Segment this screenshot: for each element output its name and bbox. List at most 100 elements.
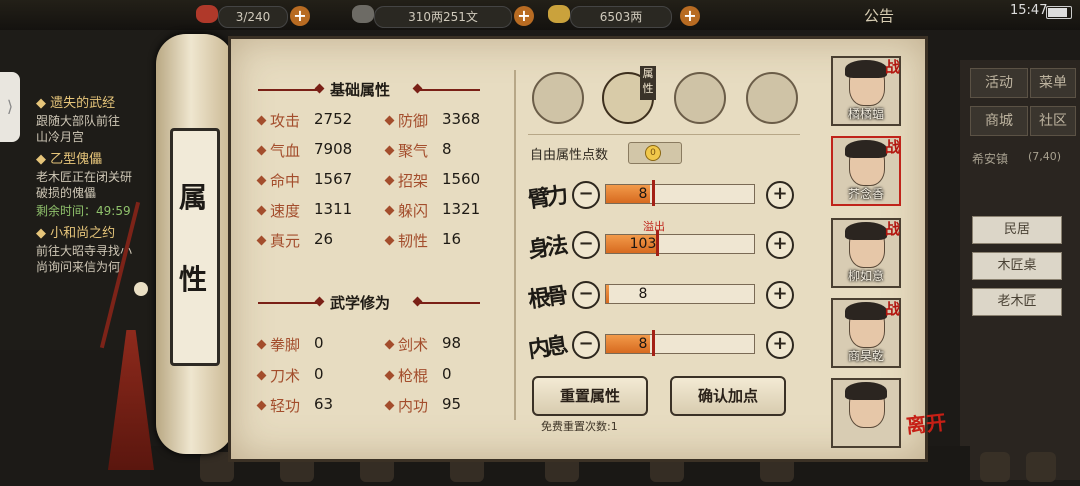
battle-tag: 战 xyxy=(885,58,901,76)
attr-label: 聚气 xyxy=(398,142,429,160)
attr-value: 26 xyxy=(314,230,334,248)
add-copper-button[interactable]: + xyxy=(514,6,534,26)
portrait-hair xyxy=(845,382,887,400)
building-item[interactable]: 老木匠 xyxy=(972,288,1062,316)
attr-value: 3368 xyxy=(442,110,481,128)
plus-button[interactable]: + xyxy=(766,281,794,309)
confirm-points-button[interactable]: 确认加点 xyxy=(670,376,786,416)
basic-attrs-title: 基础属性 xyxy=(330,81,391,99)
quest-title[interactable]: ◆ 乙型傀儡 xyxy=(36,148,102,167)
minus-button[interactable]: − xyxy=(572,331,600,359)
attr-value: 2752 xyxy=(314,110,353,128)
scroll-label-char: 属 xyxy=(178,181,207,214)
add-silver-button[interactable]: + xyxy=(680,6,700,26)
column-divider xyxy=(514,70,516,420)
party-member[interactable]: 战 商昊乾 xyxy=(831,298,901,368)
stat-bar[interactable]: 8 xyxy=(605,180,755,206)
attr-value: 0 xyxy=(314,334,324,352)
attr-label: 韧性 xyxy=(398,232,429,250)
attr-value: 95 xyxy=(442,395,462,413)
overflow-label: 溢出 xyxy=(643,220,665,233)
location-name: 希安镇 xyxy=(972,152,1009,166)
stat-label: 身法 xyxy=(526,232,566,264)
side-expand-tab[interactable]: ⟩ xyxy=(0,72,20,142)
attr-value: 63 xyxy=(314,395,334,413)
stat-value: 8 xyxy=(638,336,648,352)
quest-desc: 尚询问来信为何 xyxy=(36,260,121,274)
menu-button[interactable]: 菜单 xyxy=(1030,68,1076,98)
scroll-label-card xyxy=(170,128,220,366)
copper-display: 310两251文 xyxy=(374,6,512,28)
quest-desc: 山冷月宫 xyxy=(36,130,85,144)
party-member[interactable] xyxy=(831,378,901,448)
portrait-hair xyxy=(845,140,887,158)
copper-coin-icon xyxy=(352,5,374,23)
activity-button[interactable]: 活动 xyxy=(970,68,1028,98)
quest-desc: 老木匠正在闭关研 xyxy=(36,170,133,184)
title-ornament xyxy=(420,89,480,91)
member-name: 芥念香 xyxy=(847,187,884,201)
stat-label: 内息 xyxy=(526,332,566,364)
free-points-label: 自由属性点数 xyxy=(530,148,609,163)
scroll-label-char: 性 xyxy=(178,263,207,296)
attr-value: 8 xyxy=(442,140,452,158)
stat-label: 臂力 xyxy=(526,182,566,214)
battle-tag: 战 xyxy=(885,300,901,318)
attr-label: 枪棍 xyxy=(398,367,429,385)
character-tab-icon[interactable] xyxy=(532,72,584,124)
party-member[interactable]: 战 芥念香 xyxy=(831,136,901,206)
stamina-display: 3/240 xyxy=(218,6,288,28)
attr-label: 轻功 xyxy=(270,397,301,415)
shop-button[interactable]: 商城 xyxy=(970,106,1028,136)
attr-value: 1560 xyxy=(442,170,481,188)
attr-label: 气血 xyxy=(270,142,301,160)
attr-value: 16 xyxy=(442,230,462,248)
attr-value: 1311 xyxy=(314,200,353,218)
minus-button[interactable]: − xyxy=(572,181,600,209)
location-coords: (7,40) xyxy=(1028,150,1062,163)
portrait-hair xyxy=(845,222,887,240)
quest-title[interactable]: ◆ 小和尚之约 xyxy=(36,222,115,241)
minus-button[interactable]: − xyxy=(572,281,600,309)
stat-bar[interactable]: 8 xyxy=(605,284,755,304)
title-ornament xyxy=(258,89,318,91)
stamina-icon xyxy=(196,5,218,23)
battery-icon xyxy=(1046,6,1072,19)
notice-button[interactable]: 公告 xyxy=(864,5,894,26)
building-item[interactable]: 木匠桌 xyxy=(972,252,1062,280)
portrait-hair xyxy=(845,302,887,320)
stat-bar[interactable]: 8 xyxy=(605,330,755,356)
nav-icon[interactable] xyxy=(1026,452,1056,482)
reset-attributes-button[interactable]: 重置属性 xyxy=(532,376,648,416)
attr-value: 1567 xyxy=(314,170,353,188)
title-ornament xyxy=(420,302,480,304)
attr-label: 内功 xyxy=(398,397,429,415)
party-member[interactable]: 战 柳如意 xyxy=(831,218,901,288)
silver-display: 6503两 xyxy=(570,6,672,28)
quest-desc: 前往大昭寺寻找小 xyxy=(36,244,133,258)
portrait-hair xyxy=(845,60,887,78)
stat-label: 根骨 xyxy=(526,282,566,314)
quest-timer: 剩余时间：49:59 xyxy=(36,204,131,218)
plus-button[interactable]: + xyxy=(766,231,794,259)
quest-panel[interactable]: ◆ 遗失的武经 跟随大部队前往 山冷月宫 ◆ 乙型傀儡 老木匠正在闭关研 破损的… xyxy=(0,30,170,350)
community-button[interactable]: 社区 xyxy=(1030,106,1076,136)
attr-label: 防御 xyxy=(398,112,429,130)
party-member[interactable]: 战 橘橘蝠 xyxy=(831,56,901,126)
nav-icon[interactable] xyxy=(980,452,1010,482)
stat-value: 8 xyxy=(638,286,648,302)
quest-title[interactable]: ◆ 遗失的武经 xyxy=(36,92,115,111)
plus-button[interactable]: + xyxy=(766,181,794,209)
minus-button[interactable]: − xyxy=(572,231,600,259)
top-bar: 3/240 + 310两251文 + 6503两 + 公告 15:47 xyxy=(0,0,1080,30)
plus-button[interactable]: + xyxy=(766,331,794,359)
attr-value: 0 xyxy=(442,365,452,383)
stat-value: 8 xyxy=(638,186,648,202)
leave-button[interactable]: 离开 xyxy=(905,406,948,439)
stat-bar[interactable]: 103 xyxy=(605,230,755,256)
add-stamina-button[interactable]: + xyxy=(290,6,310,26)
attr-label: 速度 xyxy=(270,202,301,220)
bagua-tab-icon[interactable] xyxy=(674,72,726,124)
anatomy-tab-icon[interactable] xyxy=(746,72,798,124)
building-item[interactable]: 民居 xyxy=(972,216,1062,244)
